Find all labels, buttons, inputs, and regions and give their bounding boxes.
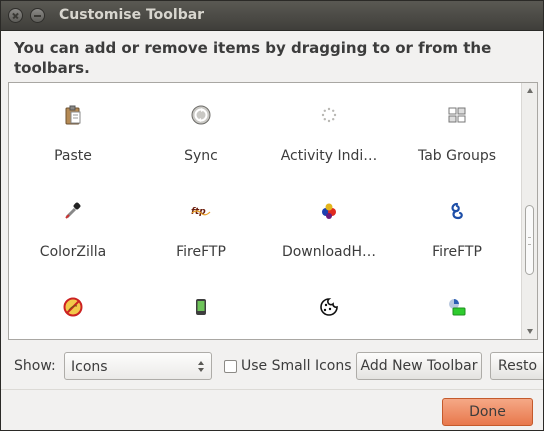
sync-icon	[191, 105, 211, 125]
eyedropper-icon	[65, 202, 81, 219]
minimize-window-button[interactable]	[30, 8, 45, 23]
show-mode-value: Icons	[71, 359, 108, 375]
done-button[interactable]: Done	[442, 398, 533, 426]
palette-item-phone[interactable]	[137, 275, 265, 339]
cookie-icon	[320, 298, 338, 316]
palette-item-activity-indicator[interactable]: Activity Indi…	[265, 83, 393, 179]
item-label: ColorZilla	[39, 244, 107, 260]
window-title: Customise Toolbar	[59, 7, 205, 23]
item-label: Activity Indi…	[280, 148, 378, 164]
pie-battery-icon	[449, 299, 466, 316]
download-helper-icon	[322, 203, 336, 219]
scroll-down-icon[interactable]	[527, 329, 533, 334]
restore-default-set-button[interactable]: Resto	[490, 352, 543, 380]
item-label: FireFTP	[176, 244, 226, 260]
palette-item-pie-battery[interactable]	[393, 275, 521, 339]
select-arrows-icon	[197, 360, 205, 374]
item-label: DownloadH…	[281, 244, 377, 260]
phone-icon	[196, 299, 206, 315]
palette-item-fireftp-2[interactable]: FireFTP	[393, 179, 521, 275]
title-bar[interactable]: Customise Toolbar	[1, 1, 543, 31]
item-label: Sync	[184, 148, 218, 164]
show-mode-select[interactable]: Icons	[64, 352, 212, 380]
palette-item-sync[interactable]: Sync	[137, 83, 265, 179]
use-small-icons-checkbox[interactable]	[224, 360, 237, 373]
show-label: Show:	[14, 358, 56, 374]
palette-item-no-flash[interactable]	[9, 275, 137, 339]
no-flash-icon	[63, 297, 83, 317]
scroll-up-icon[interactable]	[527, 88, 533, 93]
use-small-icons-label[interactable]: Use Small Icons	[241, 358, 352, 374]
item-label: FireFTP	[432, 244, 482, 260]
toolbar-items-palette: Paste Sync Activity Indi… Tab Groups Col…	[8, 82, 538, 340]
palette-item-colorzilla[interactable]: ColorZilla	[9, 179, 137, 275]
scrollbar-thumb[interactable]	[525, 205, 534, 275]
fireftp-text-icon: ftp	[191, 207, 211, 217]
palette-scrollbar[interactable]	[521, 83, 537, 339]
palette-item-tab-groups[interactable]: Tab Groups	[393, 83, 521, 179]
tab-groups-icon	[448, 107, 466, 123]
spinner-icon	[321, 107, 337, 123]
item-label: Tab Groups	[417, 148, 497, 164]
customise-toolbar-window: Customise Toolbar You can add or remove …	[0, 0, 544, 431]
clipboard-icon	[65, 105, 81, 125]
item-label: Paste	[54, 148, 92, 164]
palette-item-cookie[interactable]	[265, 275, 393, 339]
footer-separator	[1, 389, 543, 390]
add-new-toolbar-button[interactable]: Add New Toolbar	[356, 352, 482, 380]
palette-item-paste[interactable]: Paste	[9, 83, 137, 179]
palette-item-downloadhelper[interactable]: DownloadH…	[265, 179, 393, 275]
fireftp-swirl-icon	[451, 202, 463, 220]
close-window-button[interactable]	[8, 8, 23, 23]
palette-item-fireftp[interactable]: ftp FireFTP	[137, 179, 265, 275]
instructions-text: You can add or remove items by dragging …	[14, 39, 492, 77]
